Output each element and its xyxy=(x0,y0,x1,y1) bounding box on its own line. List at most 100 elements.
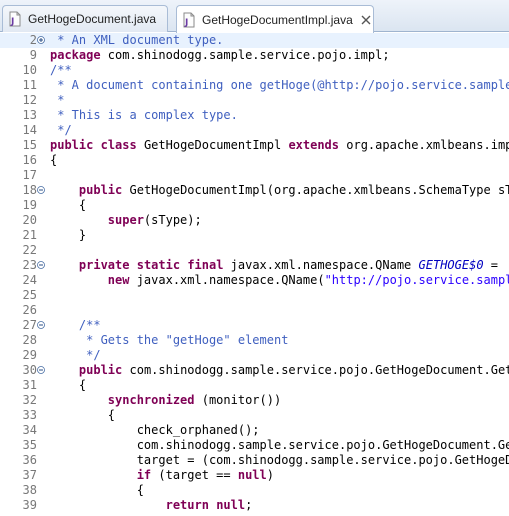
code-token: private xyxy=(78,258,130,272)
line-number: 14 xyxy=(22,123,37,137)
line-number: 21 xyxy=(22,228,37,242)
code-text: } xyxy=(50,228,86,243)
line-number: 10 xyxy=(22,63,37,77)
line-number: 25 xyxy=(22,288,37,302)
line-number: 37 xyxy=(22,468,37,482)
code-token: target = (com.shinodogg.sample.service.p… xyxy=(50,453,509,467)
code-token: final xyxy=(187,258,224,272)
fold-collapse-icon[interactable] xyxy=(37,321,45,329)
code-line[interactable]: 16 { xyxy=(0,153,509,168)
code-text: { xyxy=(50,408,115,423)
code-line[interactable]: 37 if (target == null) xyxy=(0,468,509,483)
fold-collapse-icon[interactable] xyxy=(37,261,45,269)
code-text: * xyxy=(50,93,64,108)
code-line[interactable]: 18 public GetHogeDocumentImpl(org.apache… xyxy=(0,183,509,198)
code-text: * An XML document type. xyxy=(50,33,223,48)
line-number: 9 xyxy=(29,48,37,62)
code-text: check_orphaned(); xyxy=(50,423,260,438)
code-token: super xyxy=(107,213,144,227)
code-line[interactable]: 29 */ xyxy=(0,348,509,363)
fold-collapse-icon[interactable] xyxy=(37,366,45,374)
code-token: com.shinodogg.sample.service.pojo.impl; xyxy=(100,48,390,62)
code-text: * A document containing one getHoge(@htt… xyxy=(50,78,509,93)
line-number: 34 xyxy=(22,423,37,437)
code-line[interactable]: 11 * A document containing one getHoge(@… xyxy=(0,78,509,93)
code-token: com.shinodogg.sample.service.pojo.GetHog… xyxy=(50,438,509,452)
line-number: 39 xyxy=(22,498,37,512)
code-token: return xyxy=(165,498,209,512)
tab-label: GetHogeDocumentImpl.java xyxy=(202,12,353,27)
code-line[interactable]: 39 return null; xyxy=(0,498,509,513)
code-line[interactable]: 17 xyxy=(0,168,509,183)
code-line[interactable]: 22 xyxy=(0,243,509,258)
code-line[interactable]: 25 xyxy=(0,288,509,303)
code-text: com.shinodogg.sample.service.pojo.GetHog… xyxy=(50,438,509,453)
code-line[interactable]: 10 /** xyxy=(0,63,509,78)
code-token: javax.xml.namespace.QName xyxy=(223,258,419,272)
code-text: */ xyxy=(50,348,101,363)
line-number: 16 xyxy=(22,153,37,167)
code-text: { xyxy=(50,483,144,498)
code-line[interactable]: 20 super(sType); xyxy=(0,213,509,228)
code-line[interactable]: 35 com.shinodogg.sample.service.pojo.Get… xyxy=(0,438,509,453)
code-text: private static final javax.xml.namespace… xyxy=(50,258,498,273)
code-line[interactable]: 34 check_orphaned(); xyxy=(0,423,509,438)
code-line[interactable]: 30 public com.shinodogg.sample.service.p… xyxy=(0,363,509,378)
code-line[interactable]: 9 package com.shinodogg.sample.service.po… xyxy=(0,48,509,63)
code-token: static xyxy=(136,258,181,272)
code-text: synchronized (monitor()) xyxy=(50,393,281,408)
code-token: * A document containing one getHoge(@htt… xyxy=(50,78,509,92)
code-token: } xyxy=(50,228,87,242)
code-line[interactable]: 14 */ xyxy=(0,123,509,138)
code-text: return null; xyxy=(50,498,253,513)
fold-collapse-icon[interactable] xyxy=(37,186,45,194)
line-number: 18 xyxy=(22,183,37,197)
code-editor[interactable]: 2 * An XML document type. 9 package com.sh… xyxy=(0,32,509,516)
code-token: public xyxy=(78,363,123,377)
code-line[interactable]: 12 * xyxy=(0,93,509,108)
code-line[interactable]: 28 * Gets the "getHoge" element xyxy=(0,333,509,348)
code-text: /** xyxy=(50,318,101,333)
code-text: * This is a complex type. xyxy=(50,108,238,123)
code-line[interactable]: 21 } xyxy=(0,228,509,243)
code-line[interactable]: 19 { xyxy=(0,198,509,213)
code-line[interactable]: 38 { xyxy=(0,483,509,498)
code-line[interactable]: 15 public class GetHogeDocumentImpl exten… xyxy=(0,138,509,153)
code-text: public com.shinodogg.sample.service.pojo… xyxy=(50,363,509,378)
code-line[interactable]: 26 xyxy=(0,303,509,318)
code-line[interactable]: 23 private static final javax.xml.namesp… xyxy=(0,258,509,273)
code-token: */ xyxy=(50,348,101,362)
java-file-icon: J xyxy=(183,12,195,28)
code-text: { xyxy=(50,153,57,168)
code-line[interactable]: 33 { xyxy=(0,408,509,423)
code-line[interactable]: 27 /** xyxy=(0,318,509,333)
code-text: public GetHogeDocumentImpl(org.apache.xm… xyxy=(50,183,509,198)
code-line[interactable]: 13 * This is a complex type. xyxy=(0,108,509,123)
code-line[interactable]: 24 new javax.xml.namespace.QName("http:/… xyxy=(0,273,509,288)
code-token: (sType); xyxy=(143,213,202,227)
tab-gethogedocument[interactable]: J GetHogeDocument.java xyxy=(2,5,168,32)
code-line[interactable]: 36 target = (com.shinodogg.sample.servic… xyxy=(0,453,509,468)
editor-tab-bar: J GetHogeDocument.java J GetHogeDocument… xyxy=(0,0,509,33)
code-token: null xyxy=(216,498,246,512)
code-line[interactable]: 31 { xyxy=(0,378,509,393)
code-token: { xyxy=(50,378,87,392)
code-line[interactable]: 32 synchronized (monitor()) xyxy=(0,393,509,408)
fold-expand-icon[interactable] xyxy=(37,36,45,44)
tab-gethogedocumentimpl[interactable]: J GetHogeDocumentImpl.java xyxy=(176,5,374,33)
close-icon[interactable] xyxy=(361,15,371,25)
line-number: 22 xyxy=(22,243,37,257)
code-line[interactable]: 2 * An XML document type. xyxy=(0,33,509,48)
code-token: if xyxy=(136,468,152,482)
code-token: { xyxy=(50,408,116,422)
line-number: 11 xyxy=(22,78,37,92)
code-token: package xyxy=(50,48,101,62)
code-token: ) xyxy=(266,468,274,482)
code-text: */ xyxy=(50,123,71,138)
line-number: 15 xyxy=(22,138,37,152)
